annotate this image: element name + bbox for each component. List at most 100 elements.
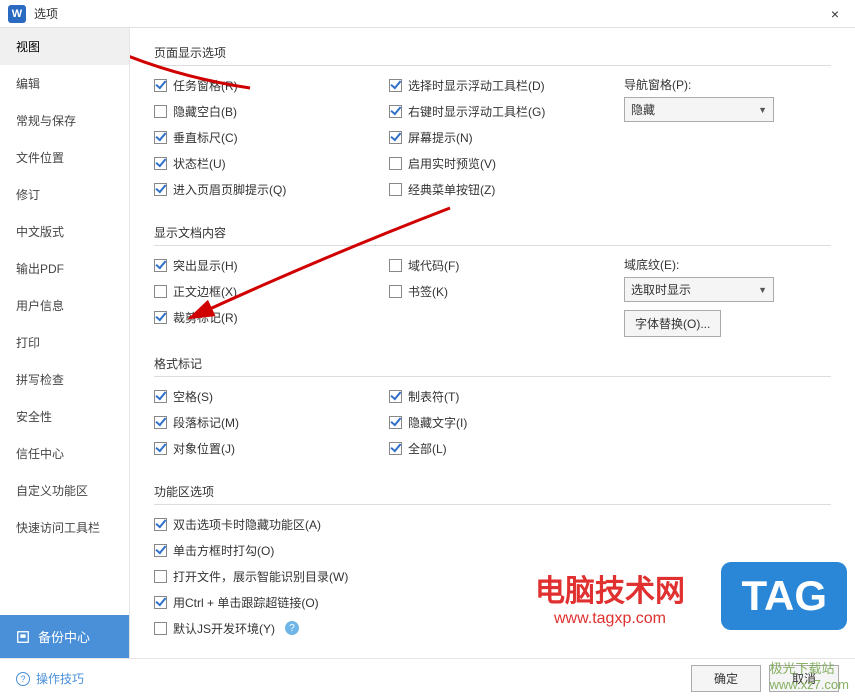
checkbox[interactable]: [389, 442, 402, 455]
backup-icon: [16, 630, 30, 644]
checkbox[interactable]: [154, 79, 167, 92]
checkbox-label[interactable]: 选择时显示浮动工具栏(D): [408, 77, 545, 94]
checkbox-label[interactable]: 制表符(T): [408, 388, 459, 405]
checkbox[interactable]: [154, 622, 167, 635]
checkbox-label[interactable]: 任务窗格(R): [173, 77, 238, 94]
checkbox[interactable]: [389, 131, 402, 144]
ok-button[interactable]: 确定: [691, 665, 761, 692]
checkbox[interactable]: [154, 131, 167, 144]
font-substitution-button[interactable]: 字体替换(O)...: [624, 310, 721, 337]
sidebar-item[interactable]: 自定义功能区: [0, 472, 129, 509]
checkbox[interactable]: [154, 416, 167, 429]
sidebar-item[interactable]: 用户信息: [0, 287, 129, 324]
checkbox-label[interactable]: 单击方框时打勾(O): [173, 542, 274, 559]
lightbulb-icon: ?: [16, 672, 30, 686]
field-shading-select[interactable]: 选取时显示 ▼: [624, 277, 774, 302]
checkbox[interactable]: [154, 285, 167, 298]
sidebar-item[interactable]: 打印: [0, 324, 129, 361]
checkbox-label[interactable]: 对象位置(J): [173, 440, 235, 457]
checkbox[interactable]: [154, 570, 167, 583]
option-row: 对象位置(J): [154, 439, 389, 457]
field-shading-value: 选取时显示: [631, 281, 691, 298]
option-row: 屏幕提示(N): [389, 128, 624, 146]
checkbox-label[interactable]: 状态栏(U): [173, 155, 226, 172]
cancel-button[interactable]: 取消: [769, 665, 839, 692]
checkbox[interactable]: [389, 416, 402, 429]
checkbox[interactable]: [389, 183, 402, 196]
checkbox-label[interactable]: 进入页眉页脚提示(Q): [173, 181, 286, 198]
checkbox[interactable]: [154, 259, 167, 272]
checkbox-label[interactable]: 默认JS开发环境(Y): [173, 620, 275, 637]
checkbox-label[interactable]: 段落标记(M): [173, 414, 239, 431]
sidebar-item[interactable]: 文件位置: [0, 139, 129, 176]
sidebar-item[interactable]: 编辑: [0, 65, 129, 102]
checkbox-label[interactable]: 用Ctrl + 单击跟踪超链接(O): [173, 594, 319, 611]
option-row: 域代码(F): [389, 256, 624, 274]
sidebar-item[interactable]: 常规与保存: [0, 102, 129, 139]
backup-center-button[interactable]: 备份中心: [0, 615, 129, 658]
nav-pane-value: 隐藏: [631, 101, 655, 118]
checkbox-label[interactable]: 右键时显示浮动工具栏(G): [408, 103, 545, 120]
app-icon: W: [8, 5, 26, 23]
sidebar-item[interactable]: 中文版式: [0, 213, 129, 250]
checkbox[interactable]: [154, 183, 167, 196]
nav-pane-select[interactable]: 隐藏 ▼: [624, 97, 774, 122]
checkbox-label[interactable]: 隐藏文字(I): [408, 414, 467, 431]
checkbox[interactable]: [154, 311, 167, 324]
checkbox-label[interactable]: 裁剪标记(R): [173, 309, 238, 326]
sidebar-item[interactable]: 视图: [0, 28, 129, 65]
checkbox[interactable]: [154, 596, 167, 609]
checkbox-label[interactable]: 打开文件，展示智能识别目录(W): [173, 568, 348, 585]
checkbox[interactable]: [389, 259, 402, 272]
option-row: 打开文件，展示智能识别目录(W): [154, 567, 831, 585]
dialog-title: 选项: [34, 5, 823, 22]
checkbox[interactable]: [389, 79, 402, 92]
checkbox[interactable]: [154, 390, 167, 403]
checkbox-label[interactable]: 垂直标尺(C): [173, 129, 238, 146]
option-row: 单击方框时打勾(O): [154, 541, 831, 559]
checkbox[interactable]: [389, 105, 402, 118]
checkbox-label[interactable]: 全部(L): [408, 440, 447, 457]
tips-link[interactable]: ? 操作技巧: [16, 670, 84, 687]
section-ribbon: 功能区选项 双击选项卡时隐藏功能区(A)单击方框时打勾(O)打开文件，展示智能识…: [154, 483, 831, 637]
option-row: 进入页眉页脚提示(Q): [154, 180, 389, 198]
sidebar-item[interactable]: 信任中心: [0, 435, 129, 472]
checkbox-label[interactable]: 空格(S): [173, 388, 213, 405]
divider: [154, 376, 831, 377]
checkbox-label[interactable]: 屏幕提示(N): [408, 129, 473, 146]
info-icon[interactable]: ?: [285, 621, 299, 635]
checkbox-label[interactable]: 经典菜单按钮(Z): [408, 181, 495, 198]
section-title: 页面显示选项: [154, 44, 831, 61]
checkbox-label[interactable]: 书签(K): [408, 283, 448, 300]
checkbox[interactable]: [389, 157, 402, 170]
checkbox-label[interactable]: 隐藏空白(B): [173, 103, 237, 120]
option-row: 空格(S): [154, 387, 389, 405]
sidebar-item[interactable]: 输出PDF: [0, 250, 129, 287]
option-row: 正文边框(X): [154, 282, 389, 300]
checkbox[interactable]: [154, 442, 167, 455]
checkbox[interactable]: [389, 390, 402, 403]
checkbox-label[interactable]: 启用实时预览(V): [408, 155, 496, 172]
option-row: 任务窗格(R): [154, 76, 389, 94]
sidebar-item[interactable]: 拼写检查: [0, 361, 129, 398]
checkbox[interactable]: [154, 105, 167, 118]
option-row: 启用实时预览(V): [389, 154, 624, 172]
checkbox[interactable]: [154, 157, 167, 170]
sidebar-item[interactable]: 快速访问工具栏: [0, 509, 129, 546]
option-row: 书签(K): [389, 282, 624, 300]
option-row: 默认JS开发环境(Y)?: [154, 619, 831, 637]
option-row: 裁剪标记(R): [154, 308, 389, 326]
checkbox-label[interactable]: 双击选项卡时隐藏功能区(A): [173, 516, 321, 533]
checkbox-label[interactable]: 正文边框(X): [173, 283, 237, 300]
sidebar-item[interactable]: 安全性: [0, 398, 129, 435]
checkbox[interactable]: [154, 544, 167, 557]
checkbox[interactable]: [389, 285, 402, 298]
chevron-down-icon: ▼: [758, 285, 767, 295]
checkbox[interactable]: [154, 518, 167, 531]
checkbox-label[interactable]: 突出显示(H): [173, 257, 238, 274]
sidebar-item[interactable]: 修订: [0, 176, 129, 213]
close-icon[interactable]: ×: [823, 6, 847, 22]
checkbox-label[interactable]: 域代码(F): [408, 257, 459, 274]
option-row: 隐藏空白(B): [154, 102, 389, 120]
option-row: 选择时显示浮动工具栏(D): [389, 76, 624, 94]
